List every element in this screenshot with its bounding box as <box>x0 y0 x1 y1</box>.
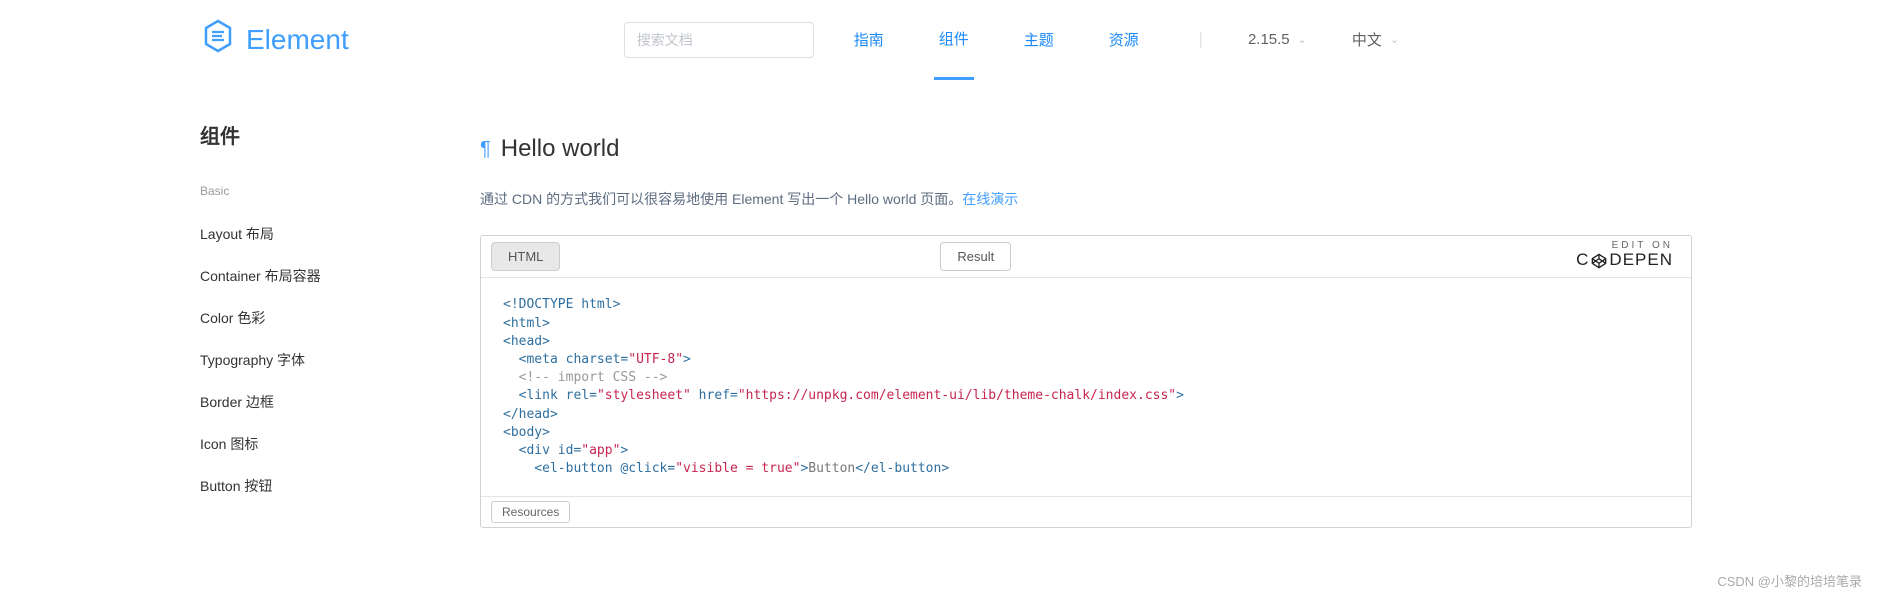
sidebar-item-button[interactable]: Button 按钮 <box>200 465 460 507</box>
pilcrow-icon[interactable]: ¶ <box>480 138 491 161</box>
language-label: 中文 <box>1352 29 1382 50</box>
nav-separator: | <box>1199 31 1203 49</box>
resources-button[interactable]: Resources <box>491 501 570 523</box>
logo[interactable]: Element <box>200 18 349 61</box>
section-heading: ¶ Hello world <box>480 135 1692 163</box>
sidebar-item-border[interactable]: Border 边框 <box>200 381 460 423</box>
demo-link[interactable]: 在线演示 <box>962 191 1018 207</box>
main-container: 组件 Basic Layout 布局 Container 布局容器 Color … <box>0 80 1892 528</box>
version-label: 2.15.5 <box>1248 31 1290 48</box>
sidebar-item-layout[interactable]: Layout 布局 <box>200 213 460 255</box>
codepen-embed: HTML Result EDIT ON CDEPEN <!DOCTYPE htm… <box>480 235 1692 528</box>
search-input[interactable] <box>624 22 814 58</box>
description-text: 通过 CDN 的方式我们可以很容易地使用 Element 写出一个 Hello … <box>480 191 962 207</box>
sidebar: 组件 Basic Layout 布局 Container 布局容器 Color … <box>200 80 460 528</box>
codepen-brand: C DEPEN <box>1576 251 1673 270</box>
nav-theme[interactable]: 主题 <box>1019 29 1059 78</box>
header: Element 指南 组件 主题 资源 | 2.15.5 ⌄ 中文 ⌄ <box>0 0 1892 80</box>
main-content: ¶ Hello world 通过 CDN 的方式我们可以很容易地使用 Eleme… <box>460 80 1692 528</box>
language-select[interactable]: 中文 ⌄ <box>1352 29 1399 50</box>
heading-text: Hello world <box>501 135 620 163</box>
codepen-cube-icon <box>1591 253 1607 269</box>
main-nav: 指南 组件 主题 资源 | <box>849 0 1203 80</box>
sidebar-item-container[interactable]: Container 布局容器 <box>200 255 460 297</box>
codepen-tabs: HTML Result EDIT ON CDEPEN <box>481 236 1691 278</box>
element-logo-icon <box>200 18 246 61</box>
tab-html[interactable]: HTML <box>491 242 560 271</box>
sidebar-item-typography[interactable]: Typography 字体 <box>200 339 460 381</box>
brand-name: Element <box>246 24 349 56</box>
tab-result[interactable]: Result <box>940 242 1011 271</box>
code-area[interactable]: <!DOCTYPE html> <html> <head> <meta char… <box>481 278 1691 496</box>
sidebar-title: 组件 <box>200 120 460 149</box>
sidebar-group-label: Basic <box>200 184 460 198</box>
nav-guide[interactable]: 指南 <box>849 29 889 78</box>
brand-depen: DEPEN <box>1609 251 1673 270</box>
chevron-down-icon: ⌄ <box>1298 33 1307 46</box>
codepen-footer: Resources <box>481 496 1691 527</box>
brand-c: C <box>1576 251 1589 270</box>
section-description: 通过 CDN 的方式我们可以很容易地使用 Element 写出一个 Hello … <box>480 188 1692 210</box>
sidebar-item-icon[interactable]: Icon 图标 <box>200 423 460 465</box>
chevron-down-icon: ⌄ <box>1390 33 1399 46</box>
version-select[interactable]: 2.15.5 ⌄ <box>1248 31 1307 48</box>
sidebar-item-color[interactable]: Color 色彩 <box>200 297 460 339</box>
nav-resources[interactable]: 资源 <box>1104 29 1144 78</box>
watermark: CSDN @小黎的培培笔录 <box>1717 571 1862 590</box>
nav-components[interactable]: 组件 <box>934 28 974 80</box>
sidebar-items: Layout 布局 Container 布局容器 Color 色彩 Typogr… <box>200 213 460 507</box>
edit-on-codepen[interactable]: EDIT ON CDEPEN <box>1576 240 1673 270</box>
